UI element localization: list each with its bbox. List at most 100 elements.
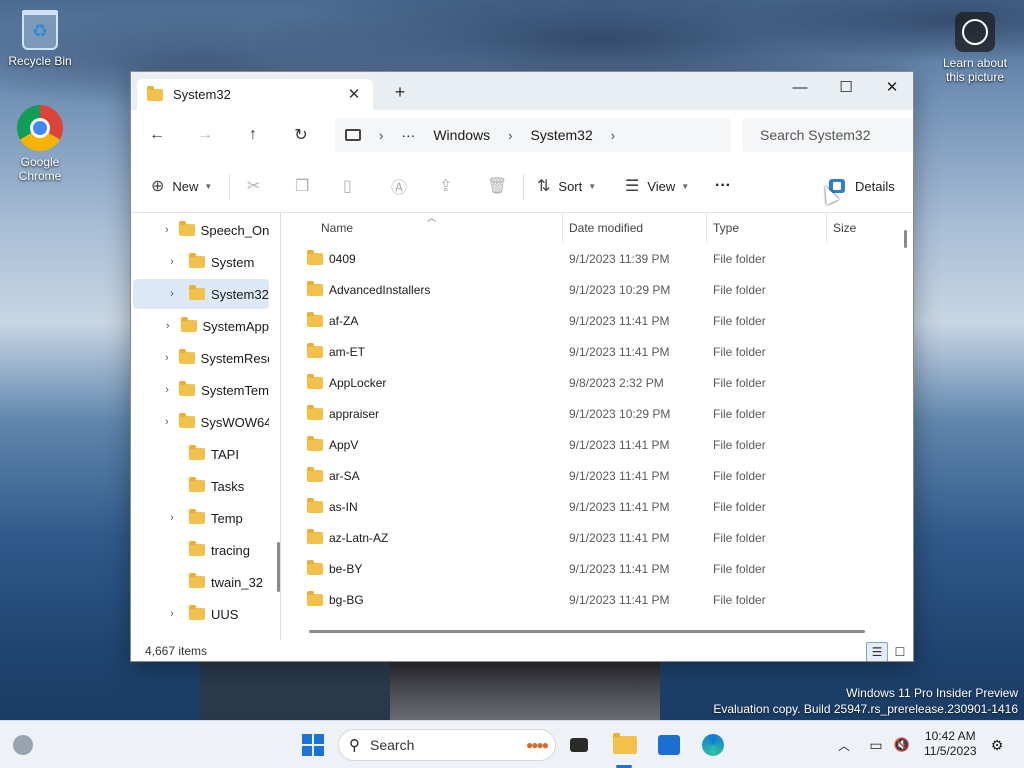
details-pane-button[interactable]: Details <box>829 159 895 213</box>
paste-button[interactable]: ▯ <box>343 159 352 213</box>
expand-chevron-icon[interactable]: › <box>165 512 179 524</box>
copy-button[interactable]: ❐ <box>295 159 309 213</box>
chevron-down-icon: ▼ <box>681 181 690 191</box>
tab-close-button[interactable]: ✕ <box>345 85 363 103</box>
maximize-button[interactable]: ☐ <box>823 72 869 102</box>
minimize-button[interactable]: — <box>777 72 823 102</box>
refresh-button[interactable]: ↻ <box>287 122 315 148</box>
sidebar-item[interactable]: › Speech_On <box>133 215 269 245</box>
chrome-icon <box>17 105 63 151</box>
file-row[interactable]: AppLocker 9/8/2023 2:32 PM File folder <box>287 367 899 398</box>
folder-icon <box>189 605 205 620</box>
file-type: File folder <box>713 313 766 328</box>
network-icon[interactable]: ▭ <box>866 721 886 768</box>
expand-chevron-icon[interactable]: › <box>165 320 171 332</box>
view-button[interactable]: ☰ View ▼ <box>625 159 689 213</box>
sort-button[interactable]: ⇅ Sort ▼ <box>537 159 596 213</box>
column-header-date[interactable]: Date modified <box>563 213 707 243</box>
copy-icon: ❐ <box>295 178 310 195</box>
file-row[interactable]: AppV 9/1/2023 11:41 PM File folder <box>287 429 899 460</box>
expand-chevron-icon[interactable]: › <box>165 256 179 268</box>
breadcrumb-windows[interactable]: Windows <box>433 127 490 143</box>
file-name: AppLocker <box>329 375 387 390</box>
clock[interactable]: 10:42 AM 11/5/2023 <box>924 729 977 759</box>
expand-chevron-icon[interactable]: › <box>165 608 179 620</box>
sidebar-item[interactable]: › System <box>133 247 269 277</box>
evaluation-watermark: Windows 11 Pro Insider Preview Evaluatio… <box>713 685 1018 717</box>
start-button[interactable] <box>296 721 330 768</box>
microsoft-store-button[interactable] <box>652 721 686 768</box>
share-button[interactable]: ⇪ <box>439 159 452 213</box>
breadcrumb-system32[interactable]: System32 <box>530 127 592 143</box>
file-row[interactable]: ar-SA 9/1/2023 11:41 PM File folder <box>287 460 899 491</box>
address-bar[interactable]: › ··· Windows › System32 › <box>335 118 731 152</box>
file-name: af-ZA <box>329 313 359 328</box>
rename-button[interactable]: Ⓐ <box>391 159 407 213</box>
show-hidden-icons-button[interactable]: ︿ <box>834 721 854 768</box>
tiles-view-button[interactable]: ☐ <box>889 642 911 661</box>
new-tab-button[interactable]: + <box>391 83 409 101</box>
breadcrumb-more-button[interactable]: ··· <box>401 127 415 143</box>
file-row[interactable]: az-Latn-AZ 9/1/2023 11:41 PM File folder <box>287 522 899 553</box>
taskbar-search-box[interactable]: ⚲ Search ●●●● <box>338 729 556 761</box>
details-view-icon: ☰ <box>871 645 883 659</box>
sidebar-item[interactable]: TAPI <box>133 439 269 469</box>
folder-icon <box>178 413 195 428</box>
column-header-name[interactable]: Name ︿ <box>287 213 563 243</box>
sidebar-item[interactable]: › SystemApp <box>133 311 269 341</box>
file-row[interactable]: be-BY 9/1/2023 11:41 PM File folder <box>287 553 899 584</box>
back-button[interactable]: ← <box>143 122 171 148</box>
more-options-button[interactable]: ··· <box>715 159 731 213</box>
file-row[interactable]: appraiser 9/1/2023 10:29 PM File folder <box>287 398 899 429</box>
sidebar-item[interactable]: › SysWOW64 <box>133 407 269 437</box>
pane-divider[interactable] <box>280 213 281 640</box>
sidebar-item[interactable]: › System32 <box>133 279 269 309</box>
column-header-type[interactable]: Type <box>707 213 827 243</box>
file-row[interactable]: bg-BG 9/1/2023 11:41 PM File folder <box>287 584 899 615</box>
clock-time: 10:42 AM <box>924 729 976 743</box>
desktop-icon-recycle-bin[interactable]: Recycle Bin <box>0 10 80 68</box>
forward-button[interactable]: → <box>191 122 219 148</box>
expand-chevron-icon[interactable]: › <box>165 416 169 428</box>
sidebar-item[interactable]: › Temp <box>133 503 269 533</box>
file-list-horizontal-scrollbar[interactable] <box>309 630 865 633</box>
breadcrumb-separator[interactable]: › <box>508 128 512 143</box>
folder-icon <box>189 445 205 460</box>
file-list-vertical-scrollbar[interactable] <box>904 230 907 248</box>
expand-chevron-icon[interactable]: › <box>165 224 169 236</box>
sidebar-item[interactable]: tracing <box>133 535 269 565</box>
cut-button[interactable]: ✂ <box>247 159 260 213</box>
title-bar: System32 ✕ + — ☐ ✕ <box>131 72 913 110</box>
tab-system32[interactable]: System32 ✕ <box>137 79 373 110</box>
notification-center-icon[interactable]: ⚙ <box>986 721 1008 768</box>
search-input[interactable]: Search System32 <box>742 118 913 152</box>
file-explorer-taskbar-button[interactable] <box>608 721 642 768</box>
desktop-icon-learn-about-picture[interactable]: Learn about this picture <box>934 12 1016 84</box>
up-button[interactable]: ↑ <box>239 122 267 148</box>
desktop-icon-label: Recycle Bin <box>8 54 72 68</box>
expand-chevron-icon[interactable]: › <box>165 384 169 396</box>
expand-chevron-icon[interactable]: › <box>165 288 179 300</box>
file-row[interactable]: am-ET 9/1/2023 11:41 PM File folder <box>287 336 899 367</box>
delete-button[interactable]: 🗑 <box>487 159 507 213</box>
task-view-button[interactable] <box>564 721 594 768</box>
file-row[interactable]: 0409 9/1/2023 11:39 PM File folder <box>287 243 899 274</box>
edge-button[interactable] <box>696 721 730 768</box>
sidebar-item[interactable]: › UUS <box>133 599 269 629</box>
sidebar-item[interactable]: twain_32 <box>133 567 269 597</box>
widgets-button[interactable] <box>8 721 38 768</box>
volume-muted-icon[interactable]: 🔇 <box>892 721 912 768</box>
breadcrumb-separator[interactable]: › <box>611 128 615 143</box>
sidebar-item[interactable]: › SystemTem <box>133 375 269 405</box>
desktop-icon-chrome[interactable]: Google Chrome <box>0 105 80 183</box>
file-row[interactable]: af-ZA 9/1/2023 11:41 PM File folder <box>287 305 899 336</box>
file-row[interactable]: AdvancedInstallers 9/1/2023 10:29 PM File … <box>287 274 899 305</box>
expand-chevron-icon[interactable]: › <box>165 352 169 364</box>
file-row[interactable]: as-IN 9/1/2023 11:41 PM File folder <box>287 491 899 522</box>
close-button[interactable]: ✕ <box>869 72 913 102</box>
sidebar-item[interactable]: › SystemReso <box>133 343 269 373</box>
new-button[interactable]: ⊕ New ▼ <box>151 159 212 213</box>
sidebar-item[interactable]: Tasks <box>133 471 269 501</box>
column-header-size[interactable]: Size <box>827 213 899 243</box>
details-view-button[interactable]: ☰ <box>866 642 888 661</box>
